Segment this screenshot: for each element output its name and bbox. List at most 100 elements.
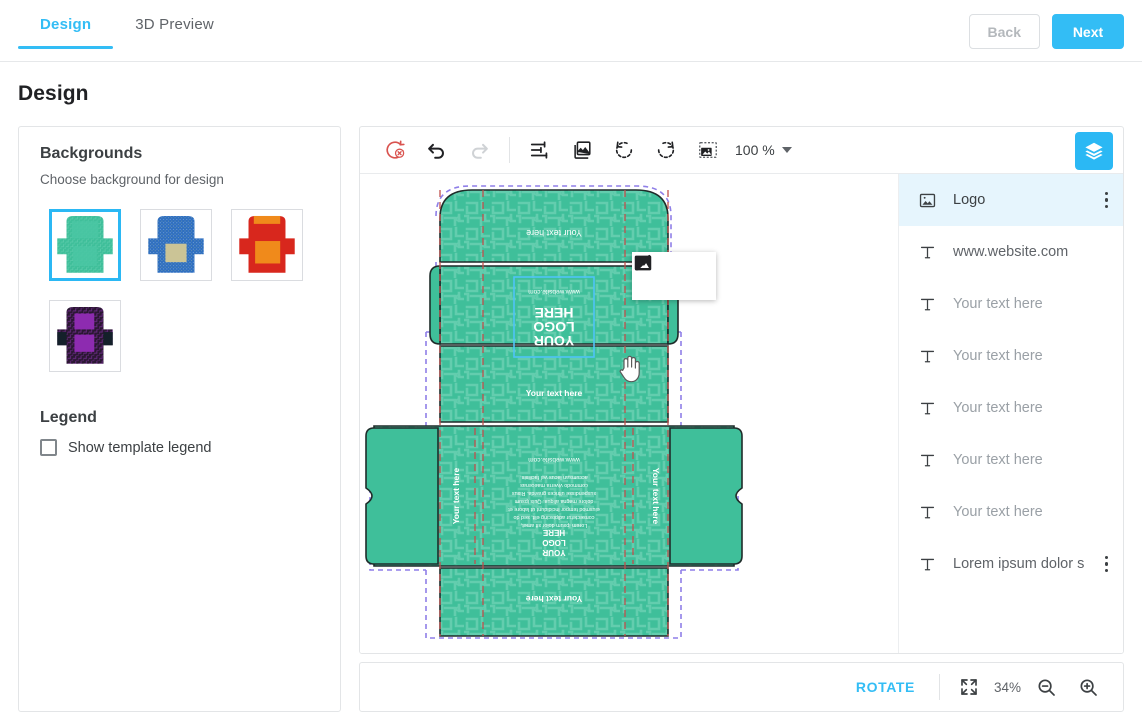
background-thumb-purple[interactable] (49, 300, 121, 372)
text-layer-icon (917, 295, 937, 314)
text-layer-icon (917, 503, 937, 522)
red-orange-thumb-art (234, 212, 300, 278)
green-maze-thumb-art (52, 212, 118, 278)
text-layer-icon (917, 555, 937, 574)
images-icon[interactable] (561, 131, 603, 169)
layer-item-text-2[interactable]: Your text here (899, 330, 1123, 382)
layer-item-text-1[interactable]: Your text here (899, 278, 1123, 330)
fit-to-screen-button[interactable] (948, 668, 990, 706)
svg-text:HERE: HERE (535, 305, 574, 321)
zoom-level-dropdown[interactable]: 100 % (735, 142, 792, 158)
text-layer-icon (917, 243, 937, 262)
svg-text:consectetur adipiscing elit, s: consectetur adipiscing elit, sed do (514, 514, 595, 520)
layer-label: Your text here (953, 400, 1043, 416)
zoom-out-button[interactable] (1025, 668, 1067, 706)
back-button[interactable]: Back (968, 14, 1040, 49)
tab-bar: Design 3D Preview (18, 16, 236, 49)
toolbar-divider (509, 137, 510, 163)
layer-item-website[interactable]: www.website.com (899, 226, 1123, 278)
text-layer-icon (917, 347, 937, 366)
svg-text:Lorem ipsum dolor sit amet,: Lorem ipsum dolor sit amet, (520, 522, 587, 528)
right-side-text: Your text here (651, 468, 661, 525)
layer-item-lorem[interactable]: Lorem ipsum dolor sit a… (899, 538, 1123, 590)
background-thumbnail-list (49, 209, 319, 372)
zoom-in-button[interactable] (1067, 668, 1109, 706)
layer-label: Your text here (953, 348, 1043, 364)
back-logo-text: YOUR LOGO HERE (542, 528, 566, 557)
right-wing-panel (669, 427, 743, 565)
next-button[interactable]: Next (1052, 14, 1124, 49)
legend-heading: Legend (40, 409, 97, 426)
top-actions: Back Next (968, 14, 1124, 49)
layer-label: Your text here (953, 296, 1043, 312)
bottom-flap-text: Your text here (525, 594, 582, 604)
layer-item-logo[interactable]: Logo (899, 174, 1123, 226)
zoom-in-icon (1079, 678, 1097, 696)
tab-3d-preview[interactable]: 3D Preview (113, 16, 236, 49)
layer-item-text-4[interactable]: Your text here (899, 434, 1123, 486)
undo-icon[interactable] (416, 131, 458, 169)
image-layer-icon (917, 191, 937, 210)
layers-panel-toggle-button[interactable] (1075, 132, 1113, 170)
layer-menu-button[interactable] (1101, 550, 1113, 579)
layer-label: Logo (953, 192, 986, 208)
fit-to-screen-icon (961, 679, 977, 695)
rotate-button[interactable]: ROTATE (840, 679, 931, 695)
front-website-text: www.website.com (528, 288, 581, 295)
tab-design[interactable]: Design (18, 16, 114, 49)
top-flap-text: Your text here (526, 228, 582, 238)
top-bar: Design 3D Preview Back Next (0, 0, 1142, 62)
layer-menu-button[interactable] (1101, 186, 1113, 215)
layer-item-text-5[interactable]: Your text here (899, 486, 1123, 538)
background-thumb-green[interactable] (49, 209, 121, 281)
left-side-text: Your text here (451, 467, 461, 524)
layers-stack-icon (1085, 142, 1103, 160)
svg-text:YOUR: YOUR (542, 548, 565, 557)
layer-item-text-3[interactable]: Your text here (899, 382, 1123, 434)
back-body-text: Lorem ipsum dolor sit amet, consectetur … (508, 474, 600, 528)
bottom-divider (938, 674, 940, 700)
pencil-edit-icon (635, 255, 651, 271)
chevron-down-icon (781, 147, 792, 153)
rotate-left-icon[interactable] (603, 131, 645, 169)
front-logo-text: YOUR LOGO HERE (533, 305, 574, 349)
adjust-sliders-icon[interactable] (519, 131, 561, 169)
background-thumb-blue[interactable] (140, 209, 212, 281)
left-wing-panel (365, 427, 439, 565)
show-template-legend-checkbox[interactable] (40, 439, 57, 456)
canvas-bottom-bar: ROTATE 34% (359, 662, 1124, 712)
page-title: Design (18, 82, 89, 105)
design-canvas[interactable]: Your text here www.website.com YOUR LOGO… (360, 174, 898, 653)
image-fit-icon[interactable] (687, 131, 729, 169)
reset-clear-icon[interactable] (374, 131, 416, 169)
design-editor: 100 % Your text here www.website.com YOU… (359, 126, 1124, 654)
dieline-artwork: Your text here www.website.com YOUR LOGO… (365, 185, 743, 639)
backgrounds-heading: Backgrounds (40, 145, 143, 162)
svg-text:accumsan lacus vel facilisis.: accumsan lacus vel facilisis. (520, 474, 587, 480)
svg-text:suspendisse ultrices gravida.: suspendisse ultrices gravida. Risus (512, 490, 596, 496)
background-thumb-red[interactable] (231, 209, 303, 281)
layer-label: Your text here (953, 504, 1043, 520)
svg-text:commodo viverra maecenas: commodo viverra maecenas (520, 482, 588, 488)
svg-text:LOGO: LOGO (542, 538, 566, 547)
redo-icon[interactable] (458, 131, 500, 169)
layer-label: Your text here (953, 452, 1043, 468)
editor-toolbar: 100 % (360, 127, 1123, 174)
text-layer-icon (917, 399, 937, 418)
svg-text:eiusmod tempor incididunt ut l: eiusmod tempor incididunt ut labore et (508, 506, 600, 512)
element-float-toolbar (632, 252, 716, 300)
layer-label: Lorem ipsum dolor sit a… (953, 556, 1085, 572)
layer-label: www.website.com (953, 244, 1069, 260)
svg-text:HERE: HERE (542, 528, 565, 537)
show-template-legend-label: Show template legend (68, 439, 212, 456)
backgrounds-sidebar: Backgrounds Choose background for design (18, 126, 341, 712)
show-template-legend-row[interactable]: Show template legend (40, 439, 212, 456)
rotate-right-icon[interactable] (645, 131, 687, 169)
canvas-zoom-percent: 34% (993, 679, 1021, 695)
back-website-text: www.website.com (528, 456, 581, 463)
backgrounds-subtitle: Choose background for design (40, 172, 224, 187)
blue-speckle-thumb-art (143, 212, 209, 278)
mid-panel-text: Your text here (526, 388, 583, 398)
layers-panel[interactable]: Logo www.website.com Your text here Your… (898, 174, 1123, 653)
zoom-level-value: 100 % (735, 142, 775, 158)
